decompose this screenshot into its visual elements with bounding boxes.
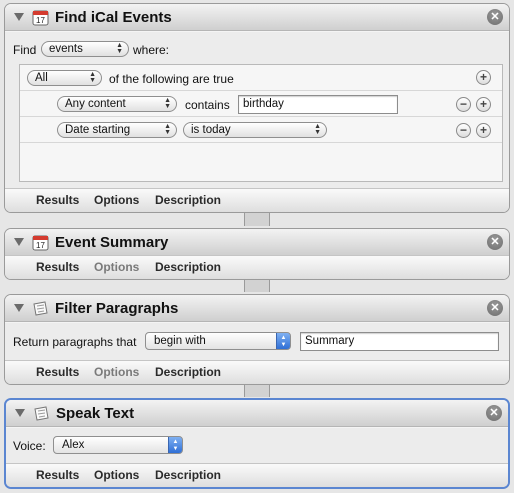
tab-results[interactable]: Results <box>36 260 79 274</box>
calendar-icon: 17 <box>32 10 49 26</box>
action-body: Find events ▲ ▼ where: All ▲ ▼ of the foll… <box>5 32 509 190</box>
disclosure-triangle-icon[interactable] <box>14 13 24 21</box>
action-title: Find iCal Events <box>55 9 172 26</box>
popup-value: Any content <box>65 98 126 110</box>
popup-value: Date starting <box>65 124 131 136</box>
action-header[interactable]: Filter Paragraphs ✕ <box>5 295 509 322</box>
action-footer: Results Options Description <box>5 360 509 384</box>
criterion-operator: contains <box>185 98 230 112</box>
action-header[interactable]: 17 Find iCal Events ✕ <box>5 4 509 31</box>
up-down-arrows-icon: ▲ ▼ <box>276 333 290 349</box>
disclosure-triangle-icon[interactable] <box>14 304 24 312</box>
text-document-icon <box>33 301 48 316</box>
tab-options[interactable]: Options <box>94 193 139 207</box>
action-speak-text[interactable]: Speak Text ✕ Voice: Alex ▲ ▼ Results Opti… <box>4 398 510 489</box>
action-footer: Results Options Description <box>5 255 509 279</box>
disclosure-triangle-icon[interactable] <box>14 238 24 246</box>
criterion-field-popup[interactable]: Any content ▲ ▼ <box>57 96 177 112</box>
return-label: Return paragraphs that <box>13 335 137 349</box>
calendar-icon: 17 <box>32 235 49 251</box>
tab-description[interactable]: Description <box>155 193 221 207</box>
match-popup[interactable]: All ▲ ▼ <box>27 70 102 86</box>
condition-popup[interactable]: begin with ▲ ▼ <box>145 332 291 350</box>
action-footer: Results Options Description <box>5 188 509 212</box>
tab-description[interactable]: Description <box>155 365 221 379</box>
voice-popup[interactable]: Alex ▲ ▼ <box>53 436 183 454</box>
add-criterion-button[interactable]: + <box>476 97 491 112</box>
divider <box>20 142 502 143</box>
flow-connector <box>244 278 270 292</box>
popup-value: begin with <box>154 335 206 347</box>
tab-options[interactable]: Options <box>94 468 139 482</box>
up-down-arrows-icon: ▲ ▼ <box>89 71 96 84</box>
tab-description[interactable]: Description <box>155 260 221 274</box>
up-down-arrows-icon: ▲ ▼ <box>164 97 171 110</box>
tab-description[interactable]: Description <box>155 468 221 482</box>
filter-text-field[interactable]: Summary <box>300 332 499 351</box>
up-down-arrows-icon: ▲ ▼ <box>164 123 171 136</box>
action-header[interactable]: 17 Event Summary ✕ <box>5 229 509 256</box>
up-down-arrows-icon: ▲ ▼ <box>314 123 321 136</box>
action-title: Filter Paragraphs <box>55 300 179 317</box>
tab-results[interactable]: Results <box>36 468 79 482</box>
tab-options: Options <box>94 365 140 379</box>
disclosure-triangle-icon[interactable] <box>15 409 25 417</box>
tab-results[interactable]: Results <box>36 193 79 207</box>
action-body: Voice: Alex ▲ ▼ <box>6 428 508 464</box>
flow-connector <box>244 212 270 226</box>
popup-value: All <box>35 72 48 84</box>
close-icon[interactable]: ✕ <box>487 300 503 316</box>
up-down-arrows-icon: ▲ ▼ <box>168 437 182 453</box>
match-suffix: of the following are true <box>109 72 234 86</box>
action-event-summary[interactable]: 17 Event Summary ✕ Results Options Descr… <box>4 228 510 280</box>
action-body: Return paragraphs that begin with ▲ ▼ Sum… <box>5 323 509 361</box>
close-icon[interactable]: ✕ <box>487 9 503 25</box>
close-icon[interactable]: ✕ <box>487 234 503 250</box>
tab-results[interactable]: Results <box>36 365 79 379</box>
action-find-ical-events[interactable]: 17 Find iCal Events ✕ Find events ▲ ▼ whe… <box>4 3 510 213</box>
action-header[interactable]: Speak Text ✕ <box>6 400 508 427</box>
popup-value: is today <box>191 124 231 136</box>
add-criterion-button[interactable]: + <box>476 123 491 138</box>
action-footer: Results Options Description <box>6 463 508 487</box>
divider <box>20 116 502 117</box>
close-icon[interactable]: ✕ <box>486 405 502 421</box>
action-filter-paragraphs[interactable]: Filter Paragraphs ✕ Return paragraphs th… <box>4 294 510 385</box>
text-document-icon <box>34 406 49 421</box>
remove-criterion-button[interactable]: − <box>456 123 471 138</box>
action-title: Event Summary <box>55 234 169 251</box>
voice-label: Voice: <box>13 439 46 453</box>
where-label: where: <box>133 43 170 57</box>
criteria-list: All ▲ ▼ of the following are true + Any c… <box>19 64 503 182</box>
criterion-field-popup[interactable]: Date starting ▲ ▼ <box>57 122 177 138</box>
svg-text:17: 17 <box>36 241 45 250</box>
find-type-popup[interactable]: events ▲ ▼ <box>41 41 129 57</box>
popup-value: Alex <box>62 439 85 451</box>
up-down-arrows-icon: ▲ ▼ <box>116 42 123 55</box>
popup-value: events <box>49 43 83 55</box>
svg-text:17: 17 <box>36 16 45 25</box>
flow-connector <box>244 383 270 397</box>
add-criterion-button[interactable]: + <box>476 70 491 85</box>
criterion-operator-popup[interactable]: is today ▲ ▼ <box>183 122 327 138</box>
remove-criterion-button[interactable]: − <box>456 97 471 112</box>
criterion-value-field[interactable]: birthday <box>238 95 398 114</box>
action-title: Speak Text <box>56 405 135 422</box>
find-label: Find <box>13 43 37 57</box>
tab-options: Options <box>94 260 140 274</box>
divider <box>20 90 502 91</box>
